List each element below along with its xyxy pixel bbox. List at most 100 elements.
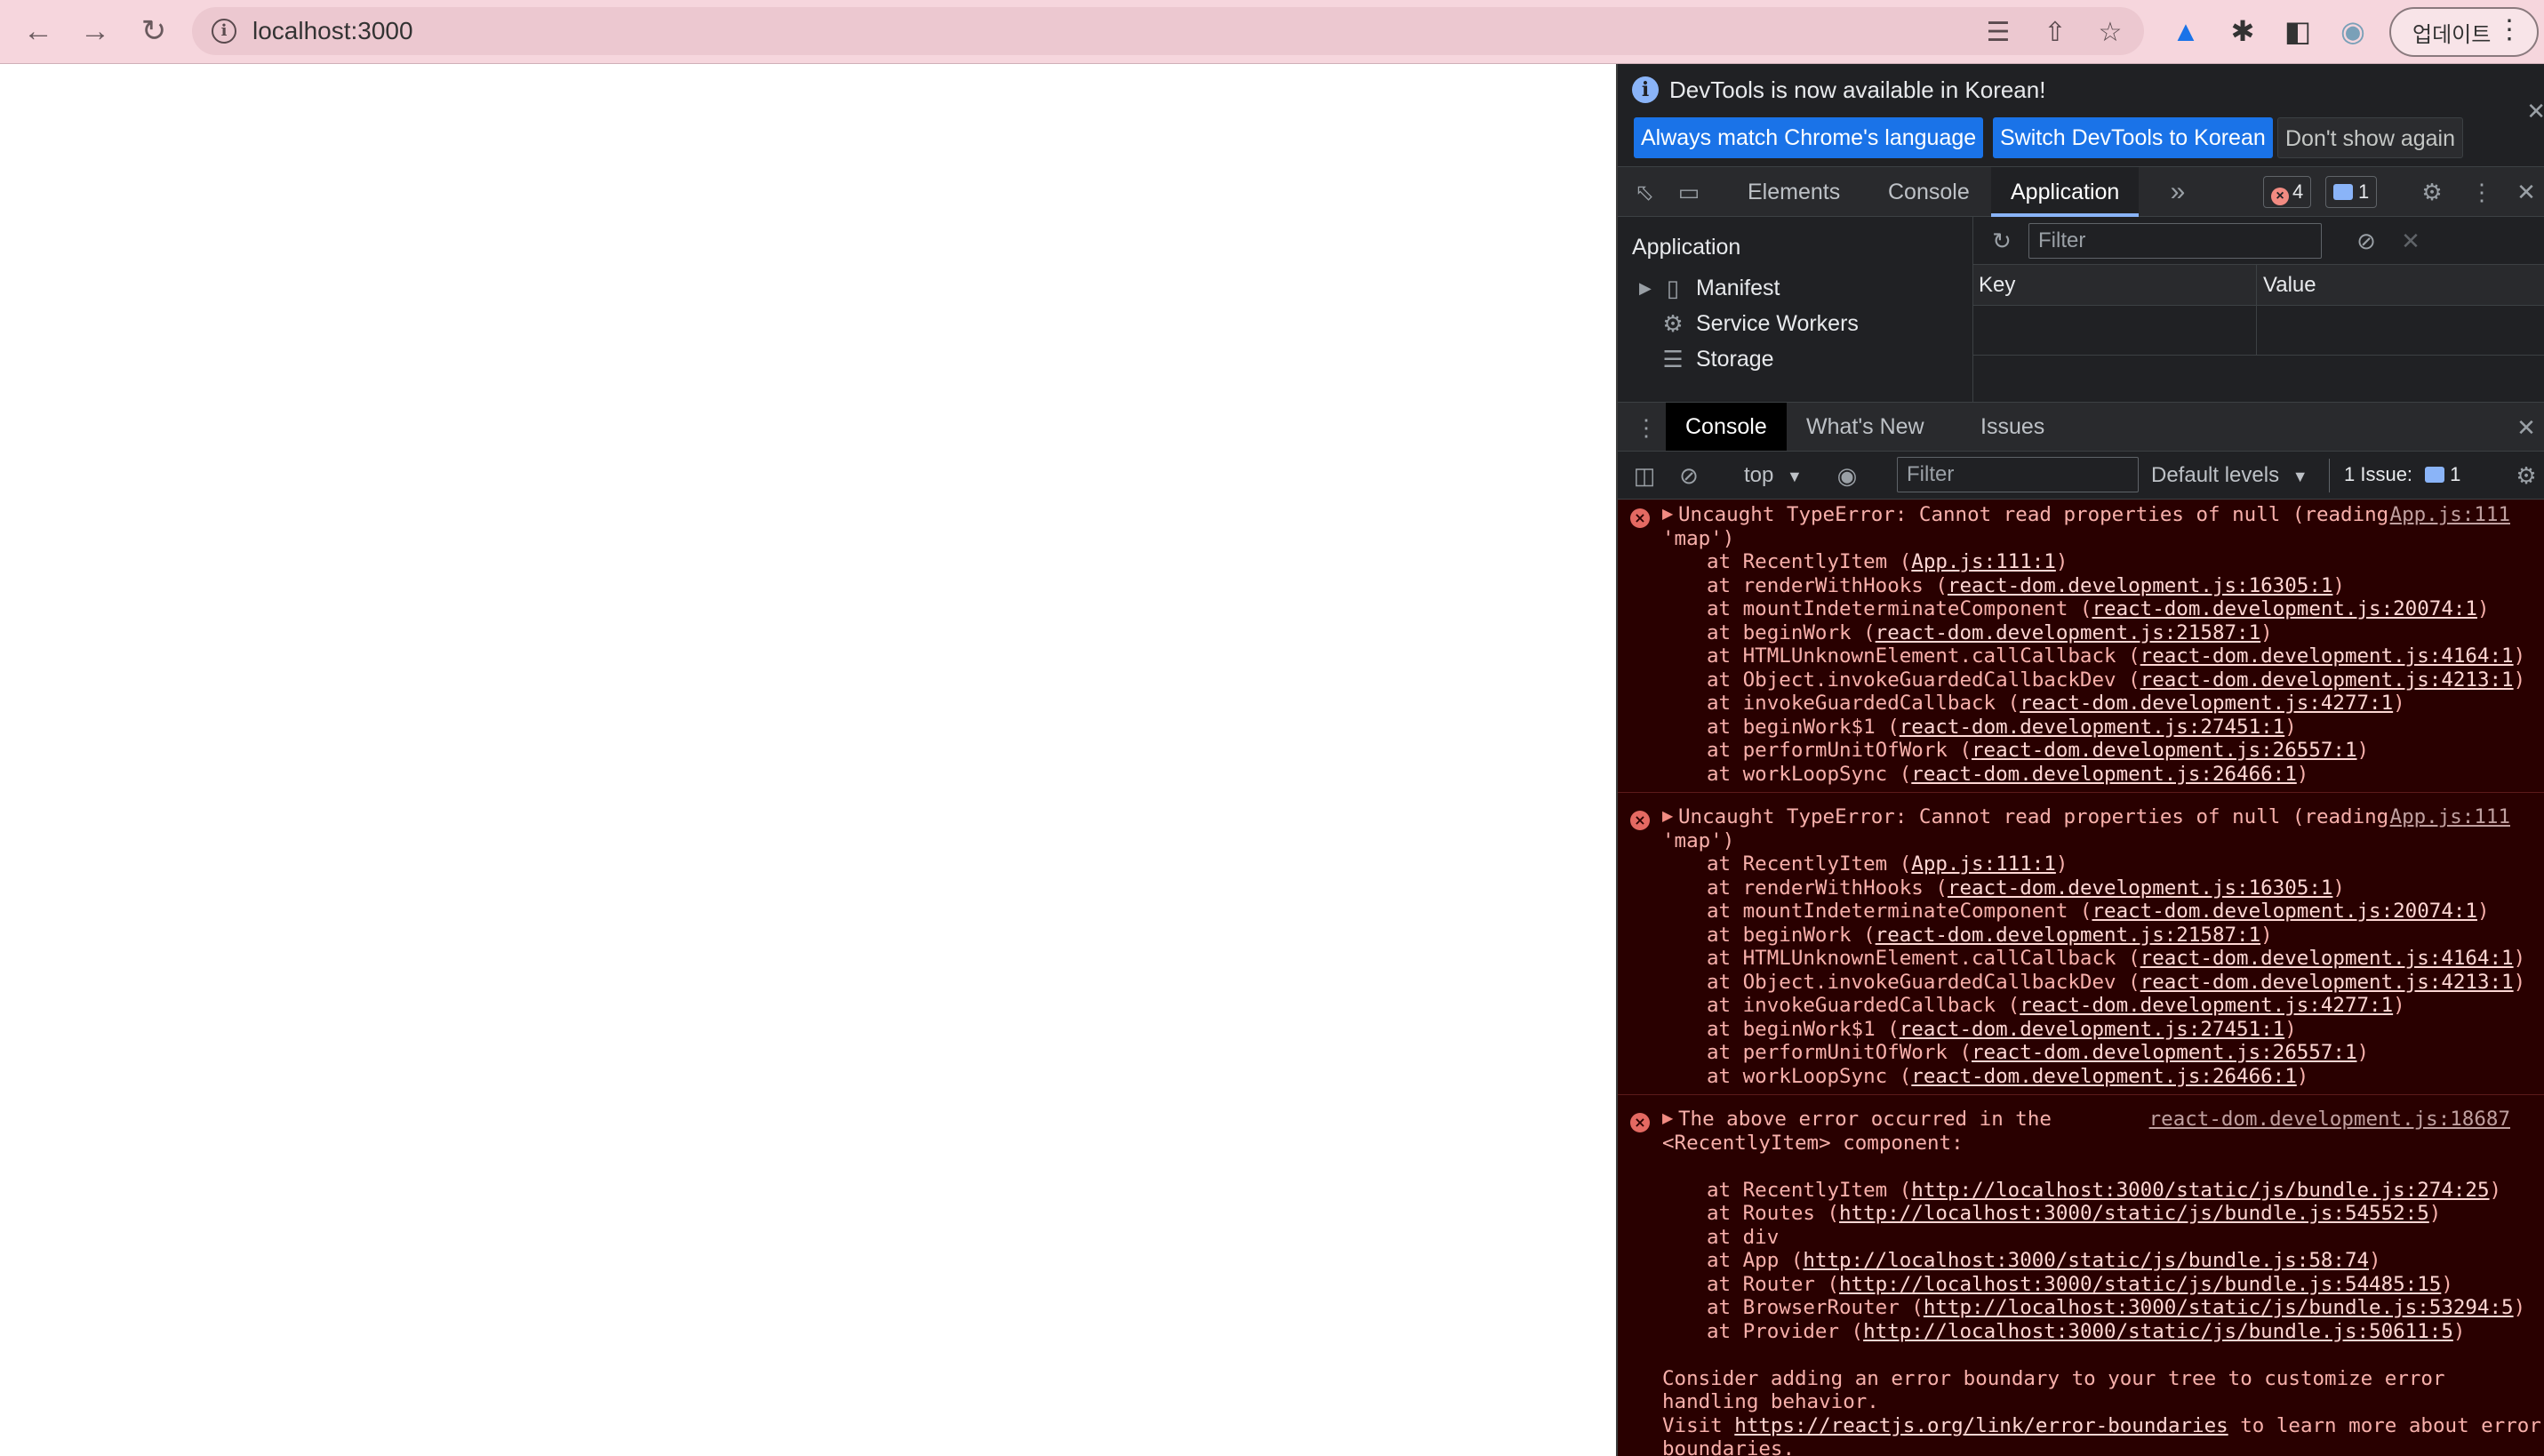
console-error-message: × ▶ Uncaught TypeError: Cannot read proper… — [1618, 500, 2544, 793]
issues-label: 1 Issue: — [2344, 463, 2413, 485]
stack-frame: at Object.invokeGuardedCallbackDev (reac… — [1707, 970, 2526, 994]
source-link[interactable]: App.js:111 — [2390, 503, 2510, 527]
tab-console[interactable]: Console — [1868, 167, 1989, 217]
context-selector[interactable]: top ▼ — [1744, 452, 1803, 500]
stack-frame-link[interactable]: react-dom.development.js:26557:1 — [1972, 1041, 2356, 1064]
drawer-tab-whats-new[interactable]: What's New — [1787, 403, 1944, 451]
stack-frame-link[interactable]: react-dom.development.js:27451:1 — [1900, 1018, 2284, 1041]
refresh-icon[interactable]: ↻ — [1986, 225, 2018, 257]
error-heading-cont: 'map') — [1662, 526, 1735, 550]
side-panel-icon[interactable]: ◧ — [2277, 11, 2318, 52]
close-icon[interactable]: ✕ — [2526, 98, 2544, 125]
stack-frame-link[interactable]: http://localhost:3000/static/js/bundle.j… — [1839, 1273, 2441, 1296]
switch-korean-button[interactable]: Switch DevTools to Korean — [1993, 117, 2273, 158]
clear-all-icon[interactable]: ⊘ — [2350, 225, 2382, 257]
boundary-advice: boundaries. — [1662, 1437, 1796, 1456]
stack-frame-link[interactable]: http://localhost:3000/static/js/bundle.j… — [1863, 1320, 2453, 1343]
translate-icon[interactable]: ☰ — [1980, 14, 2016, 50]
error-boundaries-link[interactable]: https://reactjs.org/link/error-boundarie… — [1734, 1414, 2228, 1437]
drawer-tab-console[interactable]: Console — [1666, 403, 1787, 451]
expand-triangle-icon[interactable]: ▶ — [1662, 505, 1673, 523]
stack-frame-link[interactable]: react-dom.development.js:4277:1 — [2020, 692, 2393, 715]
stack-frame: at BrowserRouter (http://localhost:3000/… — [1707, 1296, 2526, 1319]
close-devtools-icon[interactable]: ✕ — [2510, 176, 2542, 208]
drawer-menu-icon[interactable]: ⋮ — [1630, 412, 1662, 444]
stack-frame-link[interactable]: http://localhost:3000/static/js/bundle.j… — [1924, 1296, 2514, 1319]
extension-icon[interactable]: ▲ — [2165, 11, 2206, 52]
stack-frame-link[interactable]: http://localhost:3000/static/js/bundle.j… — [1911, 1179, 2489, 1202]
stack-frame-link[interactable]: react-dom.development.js:26466:1 — [1911, 763, 2296, 786]
reload-icon[interactable]: ↻ — [133, 11, 174, 52]
expand-triangle-icon[interactable]: ▶ — [1662, 807, 1673, 825]
issues-counter[interactable]: 1 Issue: 1 — [2329, 459, 2468, 492]
more-options-icon[interactable]: ⋮ — [2466, 176, 2498, 208]
sidebar-item-manifest[interactable]: ▶ ▯ Manifest — [1639, 272, 1780, 304]
tab-application[interactable]: Application — [1991, 167, 2140, 217]
stack-frame-link[interactable]: react-dom.development.js:4277:1 — [2020, 994, 2393, 1017]
delete-selected-icon[interactable]: ✕ — [2395, 225, 2427, 257]
stack-frame-link[interactable]: react-dom.development.js:27451:1 — [1900, 716, 2284, 739]
match-language-button[interactable]: Always match Chrome's language — [1634, 117, 1984, 158]
console-filter-input[interactable]: Filter — [1897, 457, 2139, 492]
console-error-message: × ▶ Uncaught TypeError: Cannot read proper… — [1618, 802, 2544, 1095]
profile-avatar-icon[interactable]: ◉ — [2332, 11, 2373, 52]
stack-frame-link[interactable]: react-dom.development.js:21587:1 — [1876, 621, 2260, 644]
stack-frame-link[interactable]: react-dom.development.js:16305:1 — [1948, 876, 2332, 900]
log-levels-dropdown[interactable]: Default levels ▼ — [2151, 452, 2308, 500]
stack-frame-link[interactable]: react-dom.development.js:4213:1 — [2140, 971, 2514, 994]
stack-frame: at performUnitOfWork (react-dom.developm… — [1707, 1041, 2370, 1064]
stack-frame-link[interactable]: react-dom.development.js:21587:1 — [1876, 924, 2260, 947]
sidebar-toggle-icon[interactable]: ◫ — [1628, 460, 1660, 492]
log-levels-label: Default levels — [2151, 463, 2280, 487]
tab-elements[interactable]: Elements — [1728, 167, 1860, 217]
site-info-icon[interactable]: i — [212, 19, 236, 44]
update-button[interactable]: 업데이트 ⋮ — [2389, 7, 2539, 57]
stack-frame-link[interactable]: http://localhost:3000/static/js/bundle.j… — [1839, 1202, 2429, 1225]
column-value[interactable]: Value — [2258, 265, 2316, 306]
stack-frame-link[interactable]: react-dom.development.js:26557:1 — [1972, 739, 2356, 762]
console-toolbar: ◫ ⊘ top ▼ ◉ Filter Default levels ▼ 1 Is… — [1618, 452, 2544, 500]
stack-frame-link[interactable]: react-dom.development.js:20074:1 — [2092, 597, 2476, 620]
share-icon[interactable]: ⇧ — [2037, 14, 2073, 50]
address-bar[interactable]: i localhost:3000 ☰ ⇧ ☆ — [192, 7, 2144, 55]
source-link[interactable]: App.js:111 — [2390, 805, 2510, 829]
back-arrow-icon[interactable]: ← — [18, 11, 59, 52]
stack-frame-link[interactable]: http://localhost:3000/static/js/bundle.j… — [1803, 1249, 2369, 1272]
message-count-badge[interactable]: 1 — [2325, 176, 2378, 208]
column-key[interactable]: Key — [1973, 265, 2015, 306]
stack-frame-link[interactable]: react-dom.development.js:20074:1 — [2092, 900, 2476, 923]
sidebar-item-label: Manifest — [1696, 275, 1780, 300]
more-tabs-icon[interactable]: » — [2162, 176, 2194, 208]
close-drawer-icon[interactable]: ✕ — [2510, 412, 2542, 444]
stack-frame-link[interactable]: react-dom.development.js:4164:1 — [2140, 947, 2514, 970]
expand-arrow-icon[interactable]: ▶ — [1639, 279, 1657, 298]
stack-frame-link[interactable]: react-dom.development.js:4213:1 — [2140, 668, 2514, 692]
error-heading-cont: 'map') — [1662, 828, 1735, 852]
source-link[interactable]: react-dom.development.js:18687 — [2149, 1108, 2510, 1132]
bookmark-star-icon[interactable]: ☆ — [2092, 14, 2128, 50]
menu-dots-icon[interactable]: ⋮ — [2496, 14, 2523, 45]
settings-gear-icon[interactable]: ⚙ — [2416, 176, 2448, 208]
extensions-puzzle-icon[interactable]: ✱ — [2222, 11, 2263, 52]
error-count: 4 — [2292, 180, 2304, 203]
error-icon: × — [2271, 188, 2289, 205]
clear-console-icon[interactable]: ⊘ — [1673, 460, 1705, 492]
stack-frame-link[interactable]: App.js:111:1 — [1911, 852, 2056, 876]
forward-arrow-icon[interactable]: → — [75, 11, 116, 52]
console-settings-gear-icon[interactable]: ⚙ — [2510, 460, 2542, 492]
stack-frame-link[interactable]: react-dom.development.js:16305:1 — [1948, 574, 2332, 597]
drawer-tab-issues[interactable]: Issues — [1961, 403, 2064, 451]
expand-triangle-icon[interactable]: ▶ — [1662, 1109, 1673, 1127]
eye-icon[interactable]: ◉ — [1831, 460, 1863, 492]
stack-frame-link[interactable]: react-dom.development.js:4164:1 — [2140, 644, 2514, 668]
sidebar-item-storage[interactable]: ☰ Storage — [1639, 343, 1773, 375]
inspect-element-icon[interactable]: ⬁ — [1628, 176, 1660, 208]
error-count-badge[interactable]: × 4 — [2263, 176, 2312, 208]
stack-frame-link[interactable]: App.js:111:1 — [1911, 550, 2056, 573]
storage-filter-input[interactable]: Filter — [2028, 223, 2322, 259]
sidebar-item-service-workers[interactable]: ⚙ Service Workers — [1639, 308, 1859, 340]
url-text[interactable]: localhost:3000 — [252, 17, 413, 45]
dont-show-again-button[interactable]: Don't show again — [2277, 117, 2464, 158]
device-toolbar-icon[interactable]: ▭ — [1673, 176, 1705, 208]
stack-frame-link[interactable]: react-dom.development.js:26466:1 — [1911, 1065, 2296, 1088]
